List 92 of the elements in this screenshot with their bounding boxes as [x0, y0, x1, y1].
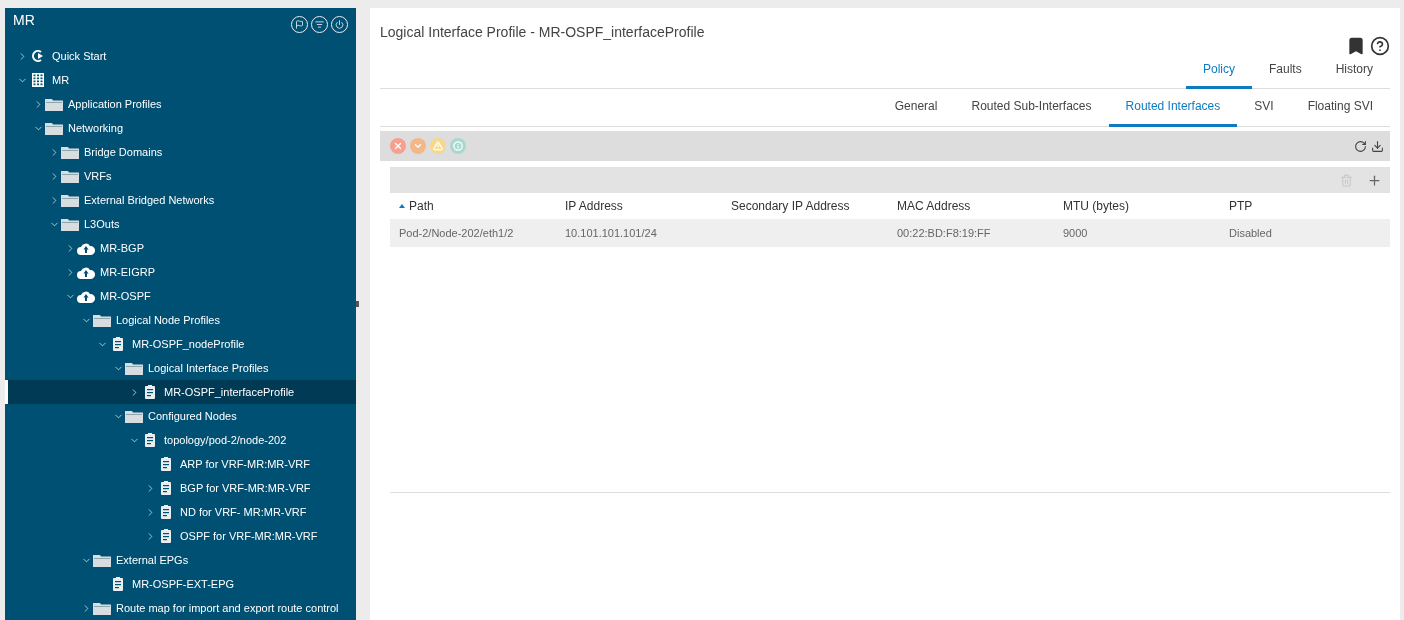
tree-item[interactable]: MR-OSPF_interfaceProfile	[5, 380, 356, 404]
table-cell: Pod-2/Node-202/eth1/2	[390, 219, 556, 247]
sidebar-title: MR	[13, 12, 35, 28]
tree-item[interactable]: MR-OSPF-EXT-EPG	[5, 572, 356, 596]
tree-item[interactable]: Logical Interface Profiles	[5, 356, 356, 380]
tab[interactable]: Floating SVI	[1290, 89, 1390, 127]
table-cell: 00:22:BD:F8:19:FF	[888, 219, 1054, 247]
column-header[interactable]: IP Address	[556, 193, 722, 219]
column-header[interactable]: Path	[390, 193, 556, 219]
fault-filter-icon[interactable]	[410, 138, 426, 154]
tab[interactable]: History	[1318, 56, 1390, 89]
tree-label: topology/pod-2/node-202	[164, 434, 287, 446]
tree-item[interactable]: topology/pod-2/node-202	[5, 428, 356, 452]
tree-label: MR-EIGRP	[100, 266, 155, 278]
tree-item[interactable]: Route map for import and export route control	[5, 596, 356, 620]
folder-icon	[61, 145, 79, 159]
folder-icon	[61, 217, 79, 231]
page-title: Logical Interface Profile - MR-OSPF_interfaceProfile	[380, 24, 705, 42]
tree-item[interactable]: MR-OSPF	[5, 284, 356, 308]
tree-label: Route map for import and export route control	[116, 602, 339, 614]
tree-label: MR-OSPF-EXT-EPG	[132, 578, 235, 590]
tree-item[interactable]: External EPGs	[5, 548, 356, 572]
tree-label: Application Profiles	[68, 98, 162, 110]
tree-label: VRFs	[84, 170, 112, 182]
tree-label: Networking	[68, 122, 124, 134]
folder-icon	[93, 553, 111, 567]
tree-label: Configured Nodes	[148, 410, 237, 422]
tree-label: BGP for VRF-MR:MR-VRF	[180, 482, 311, 494]
tab[interactable]: Faults	[1251, 56, 1319, 89]
tree-item[interactable]: BGP for VRF-MR:MR-VRF	[5, 476, 356, 500]
tab[interactable]: Routed Sub-Interfaces	[954, 89, 1109, 127]
tree-item[interactable]: External Bridged Networks	[5, 188, 356, 212]
tree-item[interactable]: ND for VRF- MR:MR-VRF	[5, 500, 356, 524]
table-cell: 10.101.101.101/24	[556, 219, 722, 247]
cloud-icon	[77, 265, 95, 279]
folder-icon	[93, 313, 111, 327]
column-header[interactable]: Secondary IP Address	[722, 193, 888, 219]
tree-label: Logical Node Profiles	[116, 314, 220, 326]
folder-icon	[93, 601, 111, 615]
tab[interactable]: SVI	[1237, 89, 1291, 127]
building-icon	[29, 73, 47, 87]
tree-label: ARP for VRF-MR:MR-VRF	[180, 458, 310, 470]
tree-item[interactable]: MR-EIGRP	[5, 260, 356, 284]
tree-label: L3Outs	[84, 218, 120, 230]
tab[interactable]: Routed Interfaces	[1108, 89, 1238, 127]
tree-item[interactable]: L3Outs	[5, 212, 356, 236]
tree-label: External EPGs	[116, 554, 189, 566]
help-icon[interactable]	[1370, 36, 1390, 56]
splitter-handle[interactable]	[356, 301, 359, 307]
column-header[interactable]: MAC Address	[888, 193, 1054, 219]
tree-label: MR-BGP	[100, 242, 144, 254]
folder-icon	[125, 361, 143, 375]
tree-label: MR-OSPF_interfaceProfile	[164, 386, 295, 398]
tab[interactable]: Policy	[1185, 56, 1252, 89]
tree-item[interactable]: Configured Nodes	[5, 404, 356, 428]
add-icon[interactable]	[1367, 172, 1382, 188]
column-header[interactable]: MTU (bytes)	[1054, 193, 1220, 219]
table-cell: 9000	[1054, 219, 1220, 247]
tree-item[interactable]: MR-OSPF_nodeProfile	[5, 332, 356, 356]
tree-label: MR-OSPF	[100, 290, 151, 302]
column-header[interactable]: PTP	[1220, 193, 1390, 219]
tree-item[interactable]: Application Profiles	[5, 92, 356, 116]
tree-label: MR	[52, 74, 70, 86]
tab[interactable]: General	[877, 89, 955, 127]
tree-item[interactable]: Quick Start	[5, 44, 356, 68]
tree-label: ND for VRF- MR:MR-VRF	[180, 506, 307, 518]
bookmark-icon[interactable]	[1346, 36, 1366, 56]
fault-filter-icon[interactable]	[390, 138, 406, 154]
cloud-icon	[77, 241, 95, 255]
tree-label: External Bridged Networks	[84, 194, 215, 206]
table-cell: Disabled	[1220, 219, 1390, 247]
tree-item[interactable]: Logical Node Profiles	[5, 308, 356, 332]
tree-label: MR-OSPF_nodeProfile	[132, 338, 245, 350]
tree-label: Bridge Domains	[84, 146, 163, 158]
tree-item[interactable]: OSPF for VRF-MR:MR-VRF	[5, 524, 356, 548]
tree-label: OSPF for VRF-MR:MR-VRF	[180, 530, 318, 542]
download-icon[interactable]	[1371, 139, 1384, 153]
tree-item[interactable]: MR	[5, 68, 356, 92]
folder-icon	[45, 121, 63, 135]
folder-icon	[45, 97, 63, 111]
tree-item[interactable]: Bridge Domains	[5, 140, 356, 164]
tree-item[interactable]: Networking	[5, 116, 356, 140]
tree-label: Logical Interface Profiles	[148, 362, 269, 374]
folder-icon	[61, 193, 79, 207]
tree-label: Quick Start	[52, 50, 107, 62]
fault-filter-icon[interactable]	[450, 138, 466, 154]
folder-icon	[125, 409, 143, 423]
folder-icon	[61, 169, 79, 183]
tree-item[interactable]: VRFs	[5, 164, 356, 188]
tree-item[interactable]: ARP for VRF-MR:MR-VRF	[5, 452, 356, 476]
cloud-icon	[77, 289, 95, 303]
tree-item[interactable]: MR-BGP	[5, 236, 356, 260]
